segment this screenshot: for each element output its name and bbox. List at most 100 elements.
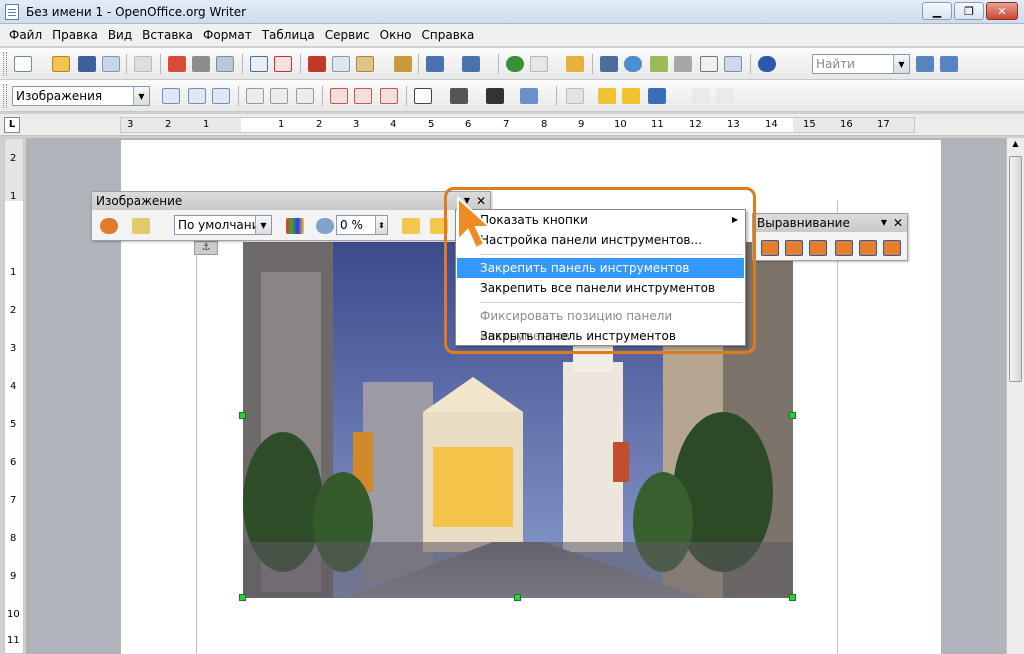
copy-icon[interactable] xyxy=(332,56,350,72)
align-bottom-object-icon[interactable] xyxy=(883,240,901,256)
line-style-icon[interactable] xyxy=(450,88,468,104)
auto-spellcheck-icon[interactable] xyxy=(274,56,292,72)
data-sources-icon[interactable] xyxy=(674,56,692,72)
selection-handle[interactable] xyxy=(239,412,246,419)
gallery-icon[interactable] xyxy=(650,56,668,72)
redo-icon[interactable] xyxy=(462,56,480,72)
spellcheck-icon[interactable] xyxy=(250,56,268,72)
send-to-back-icon[interactable] xyxy=(622,88,640,104)
find-field[interactable]: Найти ▼ xyxy=(812,54,910,74)
wrap-off-icon[interactable] xyxy=(162,88,180,104)
align-right-object-icon[interactable] xyxy=(809,240,827,256)
bring-to-front-icon[interactable] xyxy=(598,88,616,104)
transparency-field[interactable]: 0 % ⬍ xyxy=(336,215,388,235)
export-pdf-icon[interactable] xyxy=(168,56,186,72)
align-toolbar-titlebar[interactable]: Выравнивание ▼ ✕ xyxy=(753,214,907,232)
toolbar-grip[interactable] xyxy=(3,52,7,76)
insert-image-icon[interactable] xyxy=(100,218,118,234)
restore-button[interactable]: ❐ xyxy=(954,2,984,20)
menu-table[interactable]: Таблица xyxy=(257,28,320,42)
align-center-icon[interactable] xyxy=(270,88,288,104)
style-field[interactable]: Изображения ▼ xyxy=(12,86,150,106)
borders-icon[interactable] xyxy=(414,88,432,104)
spinner-icon[interactable]: ⬍ xyxy=(375,216,387,234)
toolbar-grip[interactable] xyxy=(3,84,7,108)
flip-vertical-icon[interactable] xyxy=(402,218,420,234)
optimal-wrap-icon[interactable] xyxy=(212,88,230,104)
color-icon[interactable] xyxy=(286,218,304,234)
cut-icon[interactable] xyxy=(308,56,326,72)
hyperlink-icon[interactable] xyxy=(506,56,524,72)
writer-document-icon xyxy=(5,3,19,20)
graphics-mode-field[interactable]: По умолчани ▼ xyxy=(174,215,272,235)
vertical-ruler[interactable]: 2 1 1 2 3 4 5 6 7 8 9 10 11 xyxy=(4,138,24,654)
edit-mode-icon[interactable] xyxy=(134,56,152,72)
print-icon[interactable] xyxy=(192,56,210,72)
scroll-up-icon[interactable]: ▲ xyxy=(1009,139,1022,153)
graphics-filter-icon[interactable] xyxy=(132,218,150,234)
align-middle-icon[interactable] xyxy=(354,88,372,104)
border-color-icon[interactable] xyxy=(486,88,504,104)
paste-icon[interactable] xyxy=(356,56,374,72)
find-replace-icon[interactable] xyxy=(600,56,618,72)
selection-handle[interactable] xyxy=(514,594,521,601)
menu-window[interactable]: Окно xyxy=(375,28,417,42)
align-top-icon[interactable] xyxy=(330,88,348,104)
align-bottom-icon[interactable] xyxy=(380,88,398,104)
toolbar-options-icon[interactable]: ▼ xyxy=(881,214,887,232)
table-icon[interactable] xyxy=(530,56,548,72)
formatting-marks-icon[interactable] xyxy=(700,56,718,72)
menu-tools[interactable]: Сервис xyxy=(320,28,375,42)
ruler-tick-label: 10 xyxy=(614,119,627,130)
menu-insert[interactable]: Вставка xyxy=(137,28,198,42)
close-window-button[interactable]: ✕ xyxy=(986,2,1018,20)
selection-handle[interactable] xyxy=(789,594,796,601)
save-icon[interactable] xyxy=(78,56,96,72)
align-middle-object-icon[interactable] xyxy=(859,240,877,256)
navigator-icon[interactable] xyxy=(624,56,642,72)
page-wrap-icon[interactable] xyxy=(188,88,206,104)
close-toolbar-icon[interactable]: ✕ xyxy=(893,214,903,232)
help-icon[interactable] xyxy=(758,56,776,72)
link-frames-icon[interactable] xyxy=(692,88,710,104)
find-next-icon[interactable] xyxy=(916,56,934,72)
frame-properties-icon[interactable] xyxy=(566,88,584,104)
background-color-icon[interactable] xyxy=(520,88,538,104)
image-toolbar-titlebar[interactable]: Изображение ▼ ✕ xyxy=(92,192,490,210)
ruler-scale[interactable]: 3 2 1 1 2 3 4 5 6 7 8 9 10 11 12 13 14 1… xyxy=(120,117,915,133)
align-left-icon[interactable] xyxy=(246,88,264,104)
zoom-icon[interactable] xyxy=(724,56,742,72)
format-paintbrush-icon[interactable] xyxy=(394,56,412,72)
align-right-icon[interactable] xyxy=(296,88,314,104)
selection-handle[interactable] xyxy=(239,594,246,601)
chevron-down-icon[interactable]: ▼ xyxy=(893,55,909,73)
undo-icon[interactable] xyxy=(426,56,444,72)
formatting-toolbar: Изображения ▼ xyxy=(0,80,1024,112)
chevron-down-icon[interactable]: ▼ xyxy=(133,87,149,105)
ruler-tick-label: 11 xyxy=(651,119,664,130)
anchor-icon[interactable] xyxy=(648,88,666,104)
find-previous-icon[interactable] xyxy=(940,56,958,72)
new-document-icon[interactable] xyxy=(14,56,32,72)
menu-view[interactable]: Вид xyxy=(103,28,137,42)
ruler-tick-label: 4 xyxy=(390,119,397,130)
print-preview-icon[interactable] xyxy=(216,56,234,72)
transparency-icon[interactable] xyxy=(316,218,334,234)
menu-help[interactable]: Справка xyxy=(417,28,480,42)
menu-edit[interactable]: Правка xyxy=(47,28,103,42)
draw-functions-icon[interactable] xyxy=(566,56,584,72)
menu-file[interactable]: Файл xyxy=(4,28,47,42)
tab-stop-selector[interactable]: L xyxy=(4,117,20,133)
align-top-object-icon[interactable] xyxy=(835,240,853,256)
email-icon[interactable] xyxy=(102,56,120,72)
minimize-button[interactable]: ▁ xyxy=(922,2,952,20)
selection-handle[interactable] xyxy=(789,412,796,419)
align-left-object-icon[interactable] xyxy=(761,240,779,256)
menu-format[interactable]: Формат xyxy=(198,28,257,42)
open-folder-icon[interactable] xyxy=(52,56,70,72)
scrollbar-thumb[interactable] xyxy=(1009,156,1022,382)
unlink-frames-icon[interactable] xyxy=(716,88,734,104)
chevron-down-icon[interactable]: ▼ xyxy=(255,216,271,234)
align-center-object-icon[interactable] xyxy=(785,240,803,256)
vertical-scrollbar[interactable]: ▲ xyxy=(1006,138,1024,654)
